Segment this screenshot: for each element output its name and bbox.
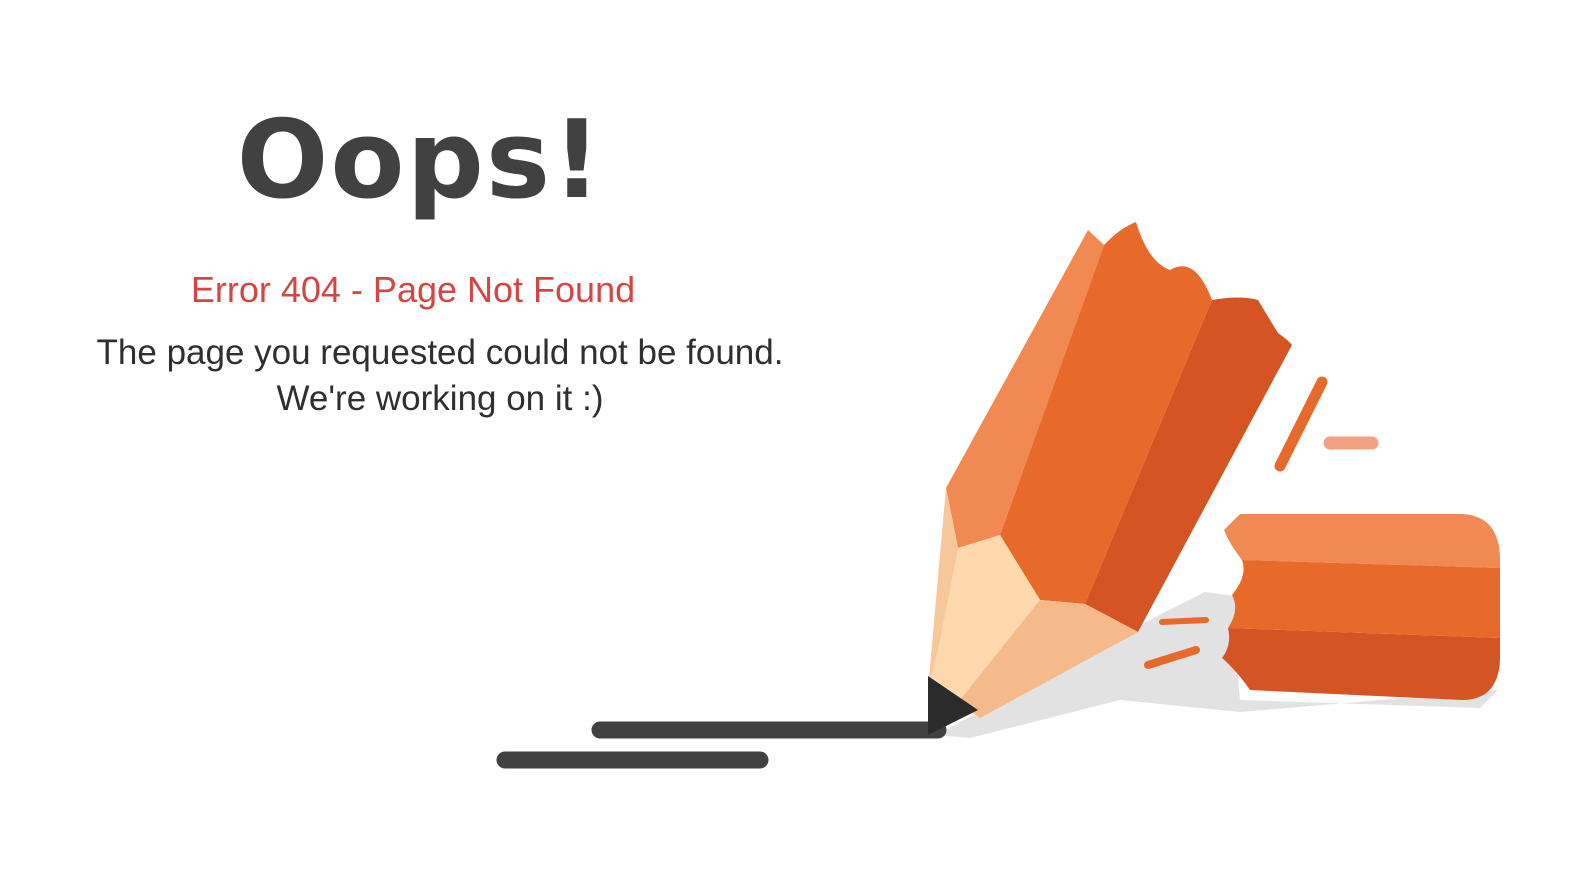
broken-pencil-piece	[1222, 514, 1500, 700]
error-404-page: Oops! Error 404 - Page Not Found The pag…	[0, 0, 1592, 892]
motion-dash-3	[1159, 617, 1209, 625]
broken-pencil-illustration	[496, 222, 1500, 769]
motion-dash-1	[1274, 376, 1328, 472]
